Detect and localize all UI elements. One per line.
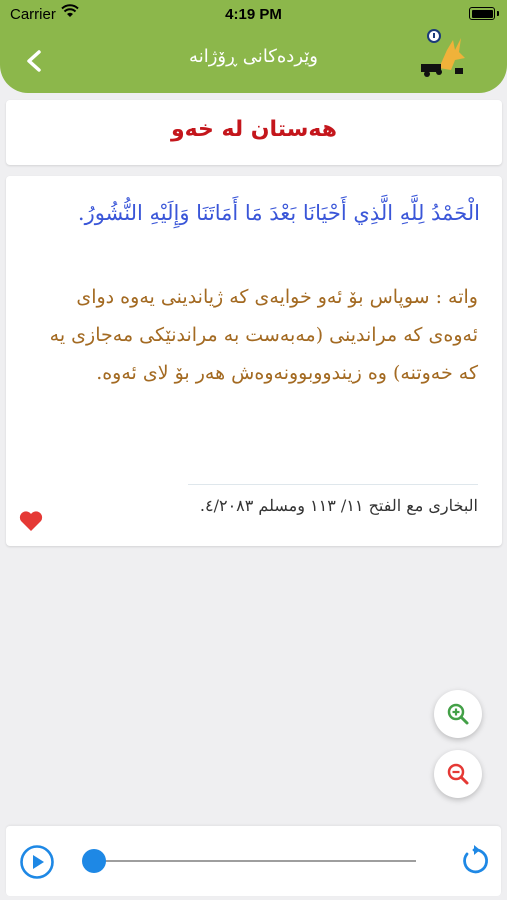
heart-icon[interactable] — [18, 509, 44, 533]
dhikr-card: الْحَمْدُ لِلَّهِ الَّذِي أَحْيَانَا بَع… — [6, 176, 502, 546]
replay-icon[interactable] — [457, 844, 491, 878]
page-title: وێردەکانی ڕۆژانە — [189, 46, 318, 67]
zoom-in-button[interactable] — [434, 690, 482, 738]
status-bar: Carrier 4:19 PM — [0, 0, 507, 28]
seek-track[interactable] — [94, 860, 416, 862]
section-title-card: هەستان لە خەو — [6, 100, 502, 165]
audio-player — [6, 826, 501, 896]
section-title: هەستان لە خەو — [170, 117, 338, 142]
play-button[interactable] — [19, 844, 55, 880]
divider — [188, 484, 478, 485]
translation-text: واتە : سوپاس بۆ ئەو خوایەی کە ژیاندینی ی… — [49, 286, 478, 384]
status-time: 4:19 PM — [225, 6, 282, 23]
source-reference: البخاری مع الفتح ١١/ ١١٣ ومسلم ٤/٢٠٨٣. — [199, 496, 478, 515]
battery-icon — [469, 7, 499, 20]
app-logo-icon — [421, 29, 465, 77]
seek-thumb[interactable] — [82, 849, 106, 873]
zoom-out-button[interactable] — [434, 750, 482, 798]
zoom-out-icon — [447, 763, 469, 785]
zoom-in-icon — [447, 703, 469, 725]
arabic-text: الْحَمْدُ لِلَّهِ الَّذِي أَحْيَانَا بَع… — [77, 201, 480, 225]
back-button[interactable] — [18, 44, 52, 78]
